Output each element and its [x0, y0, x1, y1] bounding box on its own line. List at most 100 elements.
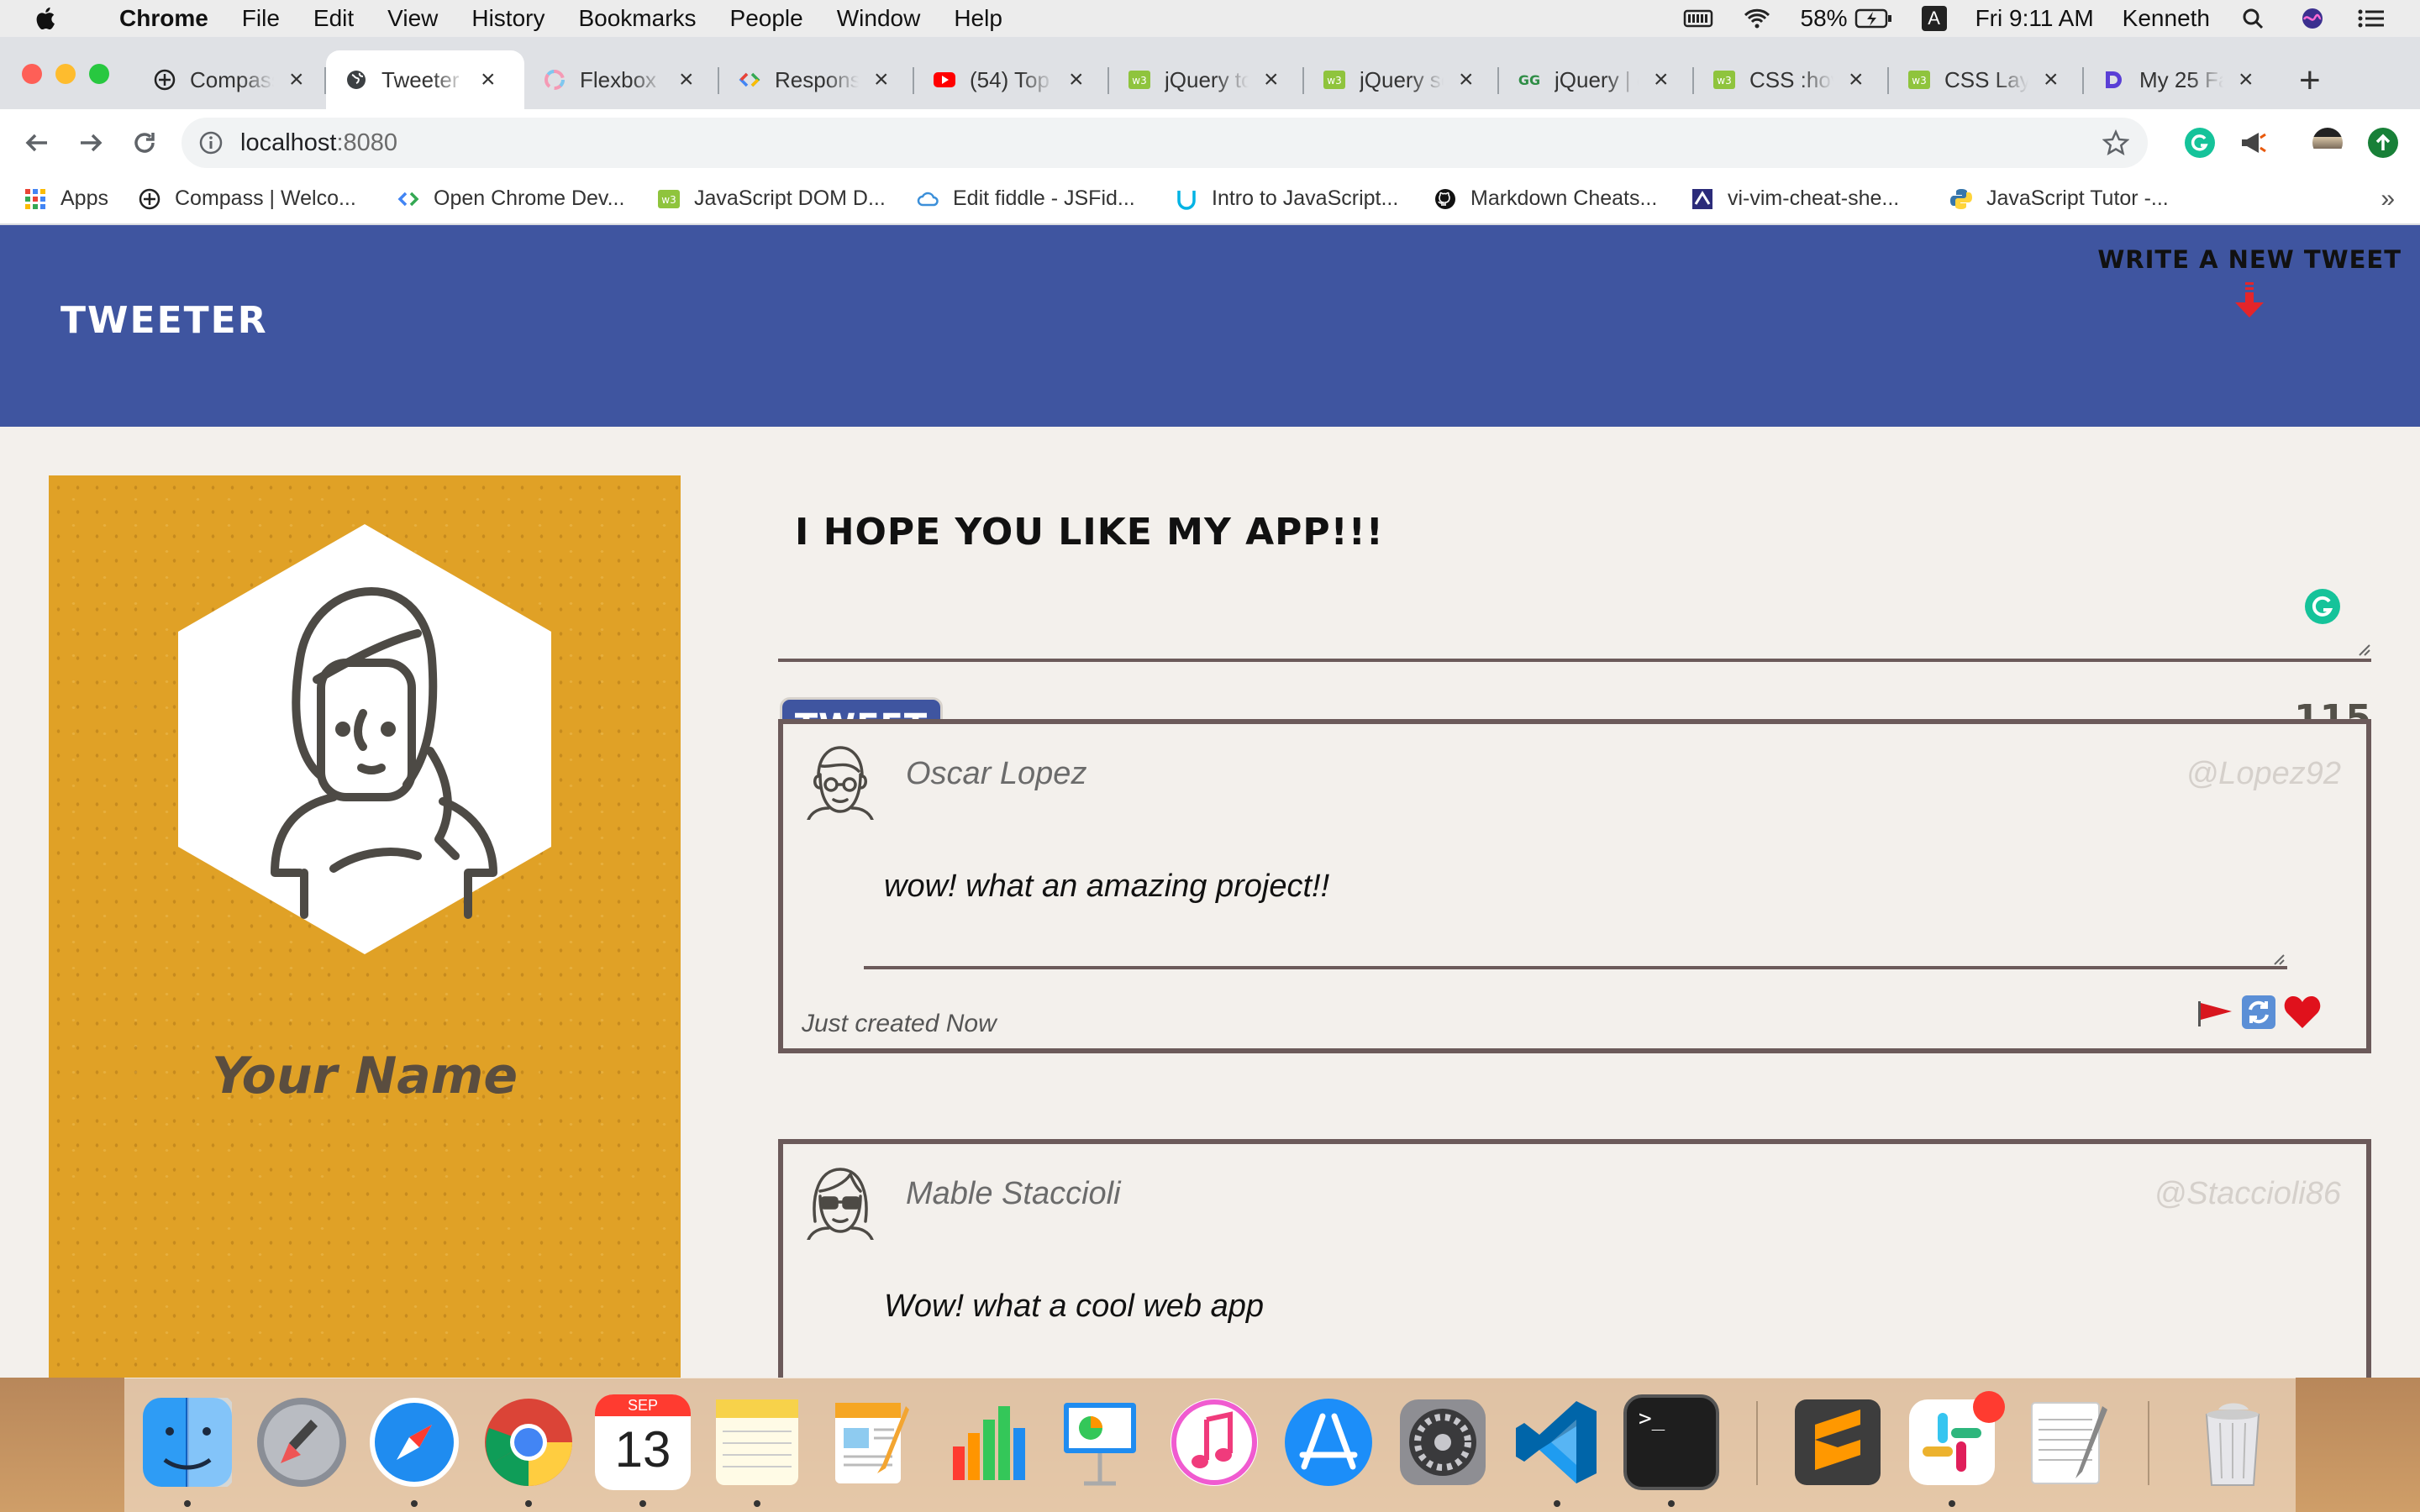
more-bookmarks-chevron-icon[interactable]: »: [2381, 185, 2395, 213]
site-info-icon[interactable]: [198, 130, 224, 155]
bookmark-intro-js[interactable]: Intro to JavaScript...: [1175, 186, 1398, 211]
close-tab-icon[interactable]: ×: [679, 67, 694, 92]
grammarly-icon[interactable]: [2304, 588, 2341, 625]
close-tab-icon[interactable]: ×: [874, 67, 889, 92]
close-tab-icon[interactable]: ×: [1459, 67, 1474, 92]
tab-compass[interactable]: Compass ×: [134, 50, 326, 109]
textedit-icon[interactable]: [2018, 1394, 2114, 1490]
bookmark-js-tutor[interactable]: JavaScript Tutor -...: [1949, 186, 2169, 211]
notes-icon[interactable]: [709, 1394, 805, 1490]
chrome-icon[interactable]: [481, 1394, 576, 1490]
close-tab-icon[interactable]: ×: [1069, 67, 1084, 92]
forward-arrow-icon[interactable]: [74, 126, 108, 160]
close-tab-icon[interactable]: ×: [1654, 67, 1669, 92]
back-arrow-icon[interactable]: [20, 126, 54, 160]
close-tab-icon[interactable]: ×: [1264, 67, 1279, 92]
bookmark-star-icon[interactable]: [2102, 129, 2129, 156]
sublime-text-icon[interactable]: [1790, 1394, 1886, 1490]
menu-bookmarks[interactable]: Bookmarks: [578, 5, 696, 32]
notification-center-icon[interactable]: [2356, 7, 2386, 30]
launchpad-icon[interactable]: [254, 1394, 350, 1490]
keyboard-status-icon[interactable]: [1683, 7, 1713, 30]
tab-jquery-sc[interactable]: w3 jQuery sc ×: [1304, 50, 1499, 109]
running-indicator: [525, 1500, 532, 1507]
retweet-icon[interactable]: [2238, 993, 2279, 1032]
close-tab-icon[interactable]: ×: [481, 67, 496, 92]
megaphone-extension-icon[interactable]: [2238, 128, 2269, 158]
vscode-icon[interactable]: [1509, 1394, 1605, 1490]
system-preferences-icon[interactable]: [1395, 1394, 1491, 1490]
wifi-icon[interactable]: [1742, 7, 1772, 30]
zoom-window-button[interactable]: [89, 64, 109, 84]
bookmark-chrome-dev[interactable]: Open Chrome Dev...: [397, 186, 624, 211]
tab-flexbox[interactable]: Flexbox ×: [524, 50, 719, 109]
close-tab-icon[interactable]: ×: [289, 67, 304, 92]
tab-jquery-gfg[interactable]: GG jQuery | c ×: [1499, 50, 1694, 109]
menu-user[interactable]: Kenneth: [2123, 5, 2210, 32]
grammarly-extension-icon[interactable]: [2185, 128, 2215, 158]
address-bar[interactable]: localhost:8080: [182, 118, 2148, 168]
menu-file[interactable]: File: [242, 5, 280, 32]
apple-menu-icon[interactable]: [32, 4, 60, 33]
tab-jquery-to[interactable]: w3 jQuery to ×: [1109, 50, 1304, 109]
menu-clock[interactable]: Fri 9:11 AM: [1975, 5, 2094, 32]
bookmark-apps[interactable]: Apps: [24, 186, 108, 211]
siri-icon[interactable]: [2297, 7, 2328, 30]
menu-history[interactable]: History: [471, 5, 544, 32]
menu-edit[interactable]: Edit: [313, 5, 354, 32]
keynote-icon[interactable]: [1052, 1394, 1148, 1490]
heart-icon[interactable]: [2282, 993, 2323, 1032]
dock-separator: [1756, 1401, 1758, 1485]
battery-status[interactable]: 58%: [1801, 5, 1893, 32]
close-tab-icon[interactable]: ×: [2238, 67, 2254, 92]
profile-avatar[interactable]: [2312, 128, 2343, 158]
trash-icon[interactable]: [2185, 1394, 2281, 1490]
pages-icon[interactable]: [823, 1394, 919, 1490]
input-source-indicator[interactable]: A: [1921, 6, 1947, 31]
tweet-textarea[interactable]: I HOPE YOU LIKE MY APP!!!: [795, 511, 1384, 554]
menu-window[interactable]: Window: [837, 5, 921, 32]
tab-youtube[interactable]: (54) Top ×: [914, 50, 1109, 109]
tab-css-hover[interactable]: w3 CSS :hov ×: [1694, 50, 1889, 109]
finder-icon[interactable]: [139, 1394, 235, 1490]
spotlight-search-icon[interactable]: [2238, 7, 2269, 30]
write-new-tweet-toggle[interactable]: WRITE A NEW TWEET: [2097, 245, 2402, 319]
app-brand[interactable]: TWEETER: [60, 299, 268, 342]
reload-icon[interactable]: [128, 126, 161, 160]
tab-title: My 25 Fa: [2139, 66, 2223, 92]
update-arrow-icon[interactable]: [2368, 128, 2398, 158]
resize-handle-icon[interactable]: [2272, 953, 2286, 966]
close-tab-icon[interactable]: ×: [2044, 67, 2059, 92]
menu-app-name[interactable]: Chrome: [119, 5, 208, 32]
app-store-icon[interactable]: [1281, 1394, 1376, 1490]
numbers-icon[interactable]: [938, 1394, 1034, 1490]
tab-title: CSS :hov: [1749, 66, 1833, 92]
resize-handle-icon[interactable]: [2356, 642, 2371, 657]
bookmark-compass[interactable]: Compass | Welco...: [138, 186, 356, 211]
tab-tweeter[interactable]: Tweeter ×: [326, 50, 524, 109]
flag-icon[interactable]: [2195, 993, 2235, 1032]
tab-my-25[interactable]: My 25 Fa ×: [2084, 50, 2279, 109]
itunes-icon[interactable]: [1166, 1394, 1262, 1490]
new-tab-button[interactable]: +: [2299, 62, 2321, 99]
textarea-underline: [778, 659, 2371, 662]
bookmark-vim[interactable]: vi-vim-cheat-she...: [1691, 186, 1899, 211]
bookmark-jsfiddle[interactable]: Edit fiddle - JSFid...: [916, 186, 1135, 211]
battery-percent: 58%: [1800, 5, 1848, 31]
bookmark-js-dom[interactable]: w3 JavaScript DOM D...: [657, 186, 886, 211]
bookmark-label: vi-vim-cheat-she...: [1728, 186, 1900, 210]
menu-people[interactable]: People: [730, 5, 803, 32]
tab-responsive[interactable]: Responsi ×: [719, 50, 914, 109]
calendar-icon[interactable]: SEP 13: [595, 1394, 691, 1490]
safari-icon[interactable]: [366, 1394, 462, 1490]
menu-view[interactable]: View: [387, 5, 438, 32]
bookmark-markdown[interactable]: Markdown Cheats...: [1434, 186, 1657, 211]
terminal-icon[interactable]: >_: [1623, 1394, 1719, 1490]
close-window-button[interactable]: [22, 64, 42, 84]
woman-avatar-icon: [178, 524, 551, 954]
close-tab-icon[interactable]: ×: [1849, 67, 1864, 92]
menu-help[interactable]: Help: [954, 5, 1002, 32]
minimize-window-button[interactable]: [55, 64, 76, 84]
dock-separator: [2148, 1401, 2149, 1485]
tab-css-layout[interactable]: w3 CSS Layo ×: [1889, 50, 2084, 109]
